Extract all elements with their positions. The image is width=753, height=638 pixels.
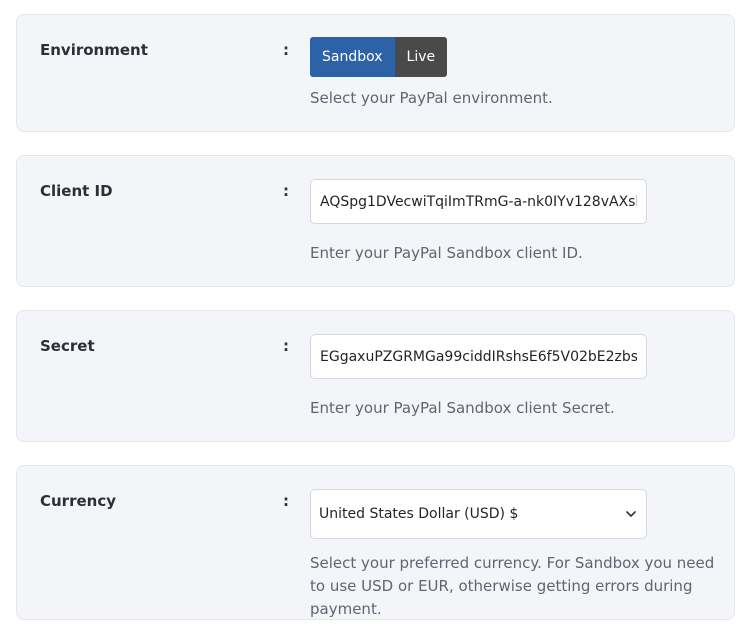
currency-colon: : (283, 492, 289, 510)
client-id-input[interactable] (310, 179, 647, 224)
environment-label: Environment (40, 41, 148, 59)
client-id-colon: : (283, 182, 289, 200)
secret-input[interactable] (310, 334, 647, 379)
currency-help-text: Select your preferred currency. For Sand… (310, 554, 715, 618)
sandbox-option[interactable]: Sandbox (310, 37, 395, 77)
secret-colon: : (283, 337, 289, 355)
secret-card: Secret : Enter your PayPal Sandbox clien… (16, 310, 735, 442)
client-id-card: Client ID : Enter your PayPal Sandbox cl… (16, 155, 735, 287)
chevron-down-icon (626, 511, 636, 517)
environment-help-text: Select your PayPal environment. (310, 89, 553, 107)
currency-card: Currency : United States Dollar (USD) $ … (16, 465, 735, 620)
client-id-help-text: Enter your PayPal Sandbox client ID. (310, 244, 583, 262)
live-option[interactable]: Live (394, 37, 448, 77)
secret-label: Secret (40, 337, 95, 355)
environment-colon: : (283, 41, 289, 59)
currency-label: Currency (40, 492, 117, 510)
currency-select[interactable]: United States Dollar (USD) $ (310, 489, 647, 539)
currency-selected-value: United States Dollar (USD) $ (319, 506, 519, 522)
client-id-label: Client ID (40, 182, 113, 200)
environment-card: Environment : Sandbox Live Select your P… (16, 14, 735, 132)
environment-toggle: Sandbox Live (310, 37, 448, 77)
secret-help-text: Enter your PayPal Sandbox client Secret. (310, 399, 615, 417)
